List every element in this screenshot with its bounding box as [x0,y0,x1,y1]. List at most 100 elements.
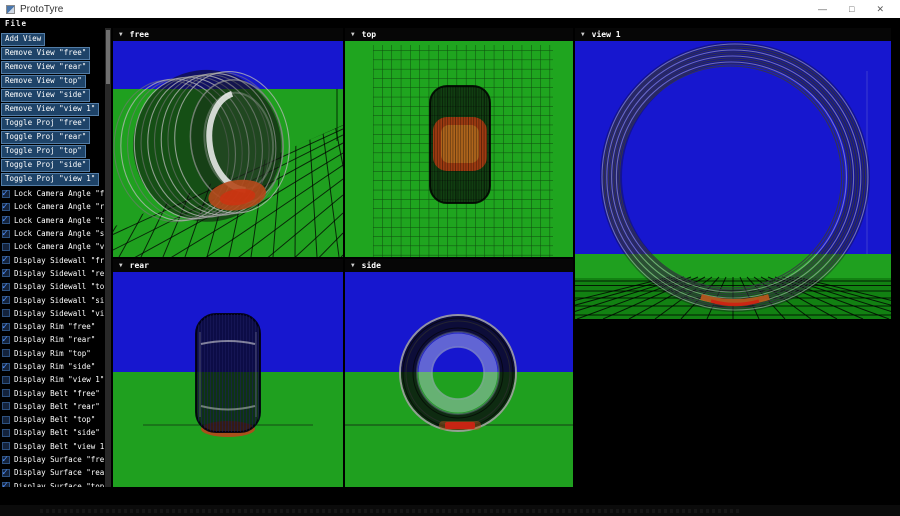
collapse-icon[interactable]: ▼ [351,262,355,269]
sidebar-checkbox-row[interactable]: ✓ Display Surface "free" [0,453,104,466]
collapse-icon[interactable]: ▼ [351,31,355,38]
sidebar-button[interactable]: Toggle Proj "side" [1,159,90,172]
checkbox-label: Lock Camera Angle "rear" [14,202,104,211]
collapse-icon[interactable]: ▼ [119,262,123,269]
checkbox-checked[interactable]: ✓ [2,363,10,371]
checkbox-unchecked[interactable] [2,376,10,384]
checkbox-label: Display Rim "free" [14,322,95,331]
maximize-button[interactable]: □ [849,4,854,15]
sidebar-checkbox-row[interactable]: Display Belt "view 1" [0,440,104,453]
checkbox-label: Display Belt "rear" [14,402,100,411]
sidebar-button[interactable]: Toggle Proj "view 1" [1,173,99,186]
checkbox-checked[interactable]: ✓ [2,456,10,464]
sidebar-checkbox-row[interactable]: ✓ Display Sidewall "rear" [0,267,104,280]
checkbox-checked[interactable]: ✓ [2,283,10,291]
checkbox-label: Display Sidewall "rear" [14,269,104,278]
checkbox-label: Display Sidewall "view 1" [14,309,104,318]
sidebar-checkbox-row[interactable]: Display Sidewall "view 1" [0,307,104,320]
viewport-free-scene[interactable] [113,41,343,257]
sidebar-scrollbar[interactable] [105,28,111,487]
checkbox-label: Display Surface "rear" [14,468,104,477]
checkbox-label: Display Belt "top" [14,415,95,424]
sidebar-button[interactable]: Remove View "view 1" [1,103,99,116]
checkbox-checked[interactable]: ✓ [2,296,10,304]
scrollbar-thumb[interactable] [106,30,110,84]
sidebar-checkbox-row[interactable]: ✓Lock Camera Angle "side" [0,227,104,240]
viewport-side-title: side [362,261,381,270]
checkbox-checked[interactable]: ✓ [2,336,10,344]
sidebar-checkbox-row[interactable]: ✓ Lock Camera Angle "free" [0,187,104,200]
sidebar-checkbox-row[interactable]: Display Belt "rear" [0,400,104,413]
viewport-view1-scene[interactable] [575,41,891,319]
checkbox-label: Display Belt "side" [14,428,100,437]
viewport-free-title: free [130,30,149,39]
sidebar-button[interactable]: Toggle Proj "free" [1,117,90,130]
viewport-side-scene[interactable] [345,272,573,487]
menu-item-file[interactable]: File [5,19,27,28]
viewport-rear: ▼ rear [113,259,343,487]
checkbox-unchecked[interactable] [2,389,10,397]
sidebar-button[interactable]: Add View [1,33,45,46]
tire-model [196,314,260,437]
checkbox-checked[interactable]: ✓ [2,216,10,224]
sidebar-button[interactable]: Remove View "free" [1,47,90,60]
sidebar-checkbox-row[interactable]: Display Belt "side" [0,426,104,439]
checkbox-checked[interactable]: ✓ [2,482,10,487]
title-bar: ProtoTyre — □ ✕ [0,0,900,18]
sidebar-checkbox-row[interactable]: Display Rim "top" [0,347,104,360]
checkbox-checked[interactable]: ✓ [2,469,10,477]
checkbox-label: Display Surface "top" [14,482,104,487]
app-icon [6,5,15,14]
checkbox-unchecked[interactable] [2,429,10,437]
viewport-rear-scene[interactable] [113,272,343,487]
checkbox-label: Display Rim "top" [14,349,91,358]
checkbox-unchecked[interactable] [2,402,10,410]
sidebar-button[interactable]: Remove View "side" [1,89,90,102]
minimize-button[interactable]: — [818,4,827,15]
viewport-free-header[interactable]: ▼ free [113,28,343,41]
checkbox-checked[interactable]: ✓ [2,203,10,211]
viewport-top-header[interactable]: ▼ top [345,28,573,41]
checkbox-label: Display Sidewall "top" [14,282,104,291]
sidebar-button[interactable]: Toggle Proj "top" [1,145,86,158]
viewport-rear-header[interactable]: ▼ rear [113,259,343,272]
checkbox-unchecked[interactable] [2,243,10,251]
checkbox-checked[interactable]: ✓ [2,230,10,238]
checkbox-unchecked[interactable] [2,349,10,357]
sidebar-checkbox-row[interactable]: Display Belt "free" [0,386,104,399]
checkbox-checked[interactable]: ✓ [2,256,10,264]
sidebar-checkbox-row[interactable]: ✓Display Rim "rear" [0,333,104,346]
sidebar-button[interactable]: Remove View "rear" [1,61,90,74]
viewport-side: ▼ side [345,259,573,487]
sidebar-checkbox-row[interactable]: ✓Lock Camera Angle "top" [0,214,104,227]
sidebar-checkbox-row[interactable]: ✓Display Sidewall "free" [0,253,104,266]
sidebar-checkbox-row[interactable]: ✓Display Sidewall "side" [0,293,104,306]
checkbox-label: Lock Camera Angle "free" [14,189,104,198]
collapse-icon[interactable]: ▼ [581,31,585,38]
checkbox-label: Display Surface "free" [14,455,104,464]
sidebar-checkbox-row[interactable]: ✓ Display Surface "top" [0,480,104,487]
checkbox-unchecked[interactable] [2,442,10,450]
sidebar-checkbox-row[interactable]: ✓ Display Sidewall "top" [0,280,104,293]
sidebar-checkbox-row[interactable]: Display Rim "view 1" [0,373,104,386]
sidebar-checkbox-row[interactable]: Lock Camera Angle "view 1" [0,240,104,253]
checkbox-unchecked[interactable] [2,309,10,317]
checkbox-label: Lock Camera Angle "view 1" [14,242,104,251]
collapse-icon[interactable]: ▼ [119,31,123,38]
checkbox-checked[interactable]: ✓ [2,323,10,331]
sidebar-button[interactable]: Toggle Proj "rear" [1,131,90,144]
sidebar-checkbox-row[interactable]: ✓ Lock Camera Angle "rear" [0,200,104,213]
viewport-view1-header[interactable]: ▼ view 1 [575,28,891,41]
viewport-top-scene[interactable] [345,41,573,257]
close-button[interactable]: ✕ [876,4,884,15]
checkbox-unchecked[interactable] [2,416,10,424]
sidebar-checkbox-row[interactable]: ✓ Display Surface "rear" [0,466,104,479]
checkbox-checked[interactable]: ✓ [2,269,10,277]
sidebar-checkbox-row[interactable]: Display Belt "top" [0,413,104,426]
viewport-top: ▼ top [345,28,573,257]
sidebar-checkbox-row[interactable]: ✓Display Rim "side" [0,360,104,373]
viewport-side-header[interactable]: ▼ side [345,259,573,272]
sidebar-button[interactable]: Remove View "top" [1,75,86,88]
sidebar-checkbox-row[interactable]: ✓ Display Rim "free" [0,320,104,333]
checkbox-checked[interactable]: ✓ [2,190,10,198]
